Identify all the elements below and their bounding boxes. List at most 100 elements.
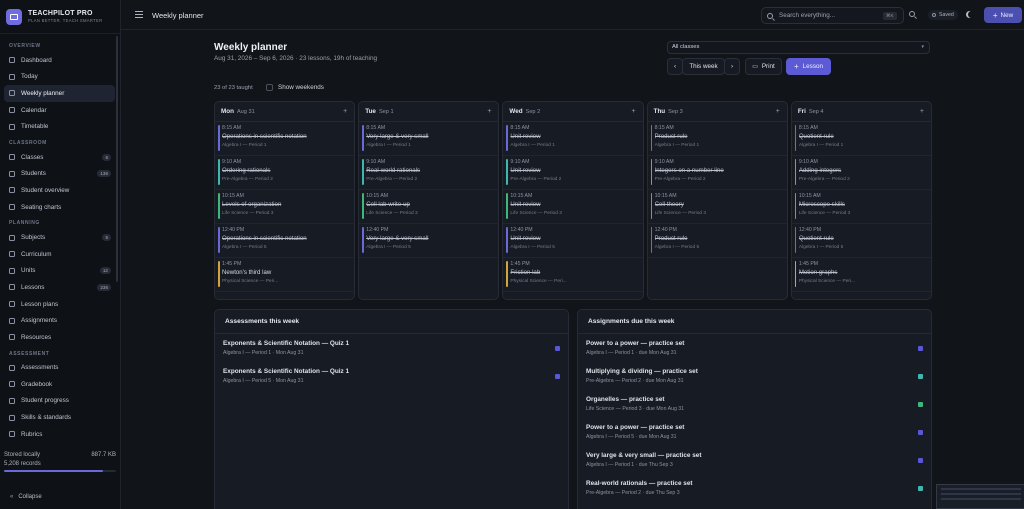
sidebar-item-classes[interactable]: Classes 6 bbox=[4, 149, 115, 166]
lesson-name: Unit review bbox=[510, 167, 541, 174]
day-name: Tue bbox=[365, 108, 376, 115]
lesson-slot[interactable]: 12:40 PM Unit review Algebra I — Period 5 bbox=[503, 224, 643, 258]
search-input[interactable] bbox=[779, 12, 883, 19]
lesson-slot[interactable]: 9:10 AM Ordering rationals Pre-Algebra — P… bbox=[215, 156, 355, 190]
sidebar-item-resources[interactable]: Resources bbox=[4, 329, 115, 346]
sidebar-item-skills-standards[interactable]: Skills & standards bbox=[4, 409, 115, 426]
lesson-slot[interactable]: 12:40 PM Operations in scientific notatio… bbox=[215, 224, 355, 258]
assignments-item[interactable]: Real-world rationals — practice set Pre-A… bbox=[578, 476, 931, 504]
lesson-slot[interactable]: 1:45 PM Motion graphs Physical Science — P… bbox=[791, 258, 932, 292]
lesson-slot[interactable]: 10:15 AM Cell lab write-up Life Science — … bbox=[359, 190, 499, 224]
plus-icon[interactable]: + bbox=[776, 108, 780, 115]
show-weekends-toggle[interactable]: Show weekends bbox=[266, 84, 324, 91]
sidebar-item-student-progress[interactable]: Student progress bbox=[4, 393, 115, 410]
lesson-slot[interactable]: 8:15 AM Unit review Algebra I — Period 1 bbox=[503, 122, 643, 156]
moon-icon[interactable] bbox=[968, 11, 975, 18]
lesson-slot[interactable]: 12:40 PM Quotient rule Algebra I — Period … bbox=[791, 224, 932, 258]
sidebar-item-assessments[interactable]: Assessments bbox=[4, 360, 115, 377]
lesson-slot[interactable]: 8:15 AM Product rule Algebra I — Period 1 bbox=[647, 122, 787, 156]
sidebar-item-rubrics[interactable]: Rubrics bbox=[4, 426, 115, 443]
lesson-name: Very large & very small bbox=[366, 235, 429, 242]
count-badge: 5 bbox=[102, 234, 111, 242]
lesson-slot[interactable]: 12:40 PM Product rule Algebra I — Period 5 bbox=[647, 224, 787, 258]
sidebar-item-label: Gradebook bbox=[21, 380, 53, 388]
assignments-item[interactable]: Organelles — practice set Life Science — … bbox=[578, 392, 931, 420]
brand[interactable]: TEACHPILOT PRO PLAN BETTER. TEACH SMARTE… bbox=[0, 0, 120, 34]
sidebar-item-label: Seating charts bbox=[21, 203, 62, 211]
calendar-week-icon bbox=[9, 90, 15, 97]
assignments-item[interactable]: Power to a power — practice set Algebra I… bbox=[578, 336, 931, 364]
lesson-slot[interactable]: 9:10 AM Real-world rationals Pre-Algebra —… bbox=[359, 156, 499, 190]
sidebar-item-student-overview[interactable]: Student overview bbox=[4, 182, 115, 199]
day-date: Sep 1 bbox=[378, 108, 394, 115]
sidebar-item-gradebook[interactable]: Gradebook bbox=[4, 376, 115, 393]
plus-icon[interactable]: + bbox=[920, 108, 924, 115]
sidebar-item-calendar[interactable]: Calendar bbox=[4, 102, 115, 119]
day-date: Sep 3 bbox=[668, 108, 683, 115]
lesson-time: 12:40 PM bbox=[366, 227, 389, 233]
lesson-class: Pre-Algebra — Period 2 bbox=[798, 177, 850, 182]
sidebar-item-students[interactable]: Students 136 bbox=[4, 166, 115, 183]
lesson-slot[interactable]: 12:40 PM Very large & very small Algebra I… bbox=[359, 224, 499, 258]
lesson-slot[interactable]: 8:15 AM Quotient rule Algebra I — Period 1 bbox=[791, 122, 932, 156]
sidebar-item-timetable[interactable]: Timetable bbox=[4, 118, 115, 135]
menu-icon[interactable] bbox=[135, 11, 143, 18]
sidebar-item-today[interactable]: Today bbox=[4, 69, 115, 86]
class-filter-select[interactable]: All classes ▾ bbox=[667, 41, 930, 54]
print-button[interactable]: ▭ Print bbox=[745, 58, 782, 75]
new-button[interactable]: + New bbox=[984, 7, 1022, 23]
search-icon[interactable] bbox=[909, 11, 915, 17]
assignments-item[interactable]: Very large & very small — practice set Al… bbox=[578, 448, 931, 476]
lesson-time: 1:45 PM bbox=[798, 261, 819, 267]
this-week-button[interactable]: This week bbox=[682, 58, 725, 75]
day-header: Tue Sep 1 + bbox=[359, 102, 499, 122]
assignments-name: Multiplying & dividing — practice set bbox=[586, 368, 698, 375]
lesson-slot[interactable]: 1:45 PM Newton's third law Physical Scienc… bbox=[215, 258, 355, 292]
lesson-slot[interactable]: 10:15 AM Microscope skills Life Science — … bbox=[791, 190, 932, 224]
collapse-button[interactable]: « Collapse bbox=[10, 494, 42, 500]
lesson-slot[interactable]: 9:10 AM Adding integers Pre-Algebra — Peri… bbox=[791, 156, 932, 190]
add-lesson-button[interactable]: + Lesson bbox=[786, 58, 831, 75]
checkbox[interactable] bbox=[266, 84, 273, 91]
lesson-slot[interactable]: 1:45 PM Friction lab Physical Science — Pe… bbox=[503, 258, 643, 292]
sidebar-item-assignments[interactable]: Assignments bbox=[4, 312, 115, 329]
clipboard-icon bbox=[9, 301, 15, 308]
box-icon bbox=[9, 334, 15, 341]
lesson-slot[interactable]: 8:15 AM Very large & very small Algebra I … bbox=[359, 122, 499, 156]
next-week-button[interactable]: › bbox=[724, 58, 740, 75]
assessments-item[interactable]: Exponents & Scientific Notation — Quiz 1… bbox=[215, 336, 568, 364]
sidebar-item-lessons[interactable]: Lessons 236 bbox=[4, 279, 115, 296]
plus-icon[interactable]: + bbox=[632, 108, 636, 115]
assignments-item[interactable]: Power to a power — practice set Algebra I… bbox=[578, 420, 931, 448]
lesson-slot[interactable]: 10:15 AM Cell theory Life Science — Period… bbox=[647, 190, 787, 224]
day-column: Tue Sep 1 +8:15 AM Very large & very small A… bbox=[358, 101, 500, 300]
plus-icon: + bbox=[794, 62, 799, 71]
lesson-name: Product rule bbox=[654, 235, 688, 242]
sidebar-item-lesson-plans[interactable]: Lesson plans bbox=[4, 296, 115, 313]
sidebar-item-units[interactable]: Units 12 bbox=[4, 263, 115, 280]
search-box[interactable]: ⌘K bbox=[761, 7, 904, 24]
assessments-item[interactable]: Exponents & Scientific Notation — Quiz 1… bbox=[215, 364, 568, 392]
plus-icon[interactable]: + bbox=[343, 108, 347, 115]
plus-icon[interactable]: + bbox=[487, 108, 491, 115]
lesson-slot[interactable]: 10:15 AM Levels of organization Life Scien… bbox=[215, 190, 355, 224]
lesson-name: Ordering rationals bbox=[222, 167, 271, 174]
folder-icon bbox=[9, 267, 15, 274]
prev-week-button[interactable]: ‹ bbox=[667, 58, 683, 75]
lesson-slot[interactable]: 8:15 AM Operations in scientific notation… bbox=[215, 122, 355, 156]
clock-icon bbox=[9, 123, 15, 130]
lesson-slot[interactable]: 9:10 AM Integers on a number line Pre-Alge… bbox=[647, 156, 787, 190]
sidebar-item-dashboard[interactable]: Dashboard bbox=[4, 52, 115, 69]
assignments-item[interactable]: Multiplying & dividing — practice set Pre… bbox=[578, 364, 931, 392]
seat-icon bbox=[9, 204, 15, 211]
lesson-slot[interactable]: 10:15 AM Unit review Life Science — Period… bbox=[503, 190, 643, 224]
chevron-down-icon: ▾ bbox=[921, 44, 924, 50]
sidebar-item-seating-charts[interactable]: Seating charts bbox=[4, 199, 115, 216]
sidebar-item-weekly-planner[interactable]: Weekly planner bbox=[4, 85, 115, 102]
sidebar-item-subjects[interactable]: Subjects 5 bbox=[4, 229, 115, 246]
topbar: Weekly planner ⌘K Saved +New bbox=[121, 0, 1024, 30]
sidebar-item-curriculum[interactable]: Curriculum bbox=[4, 246, 115, 263]
sidebar-scrollbar[interactable] bbox=[116, 36, 118, 282]
lesson-slot[interactable]: 9:10 AM Unit review Pre-Algebra — Period 2 bbox=[503, 156, 643, 190]
school-icon bbox=[9, 154, 15, 161]
